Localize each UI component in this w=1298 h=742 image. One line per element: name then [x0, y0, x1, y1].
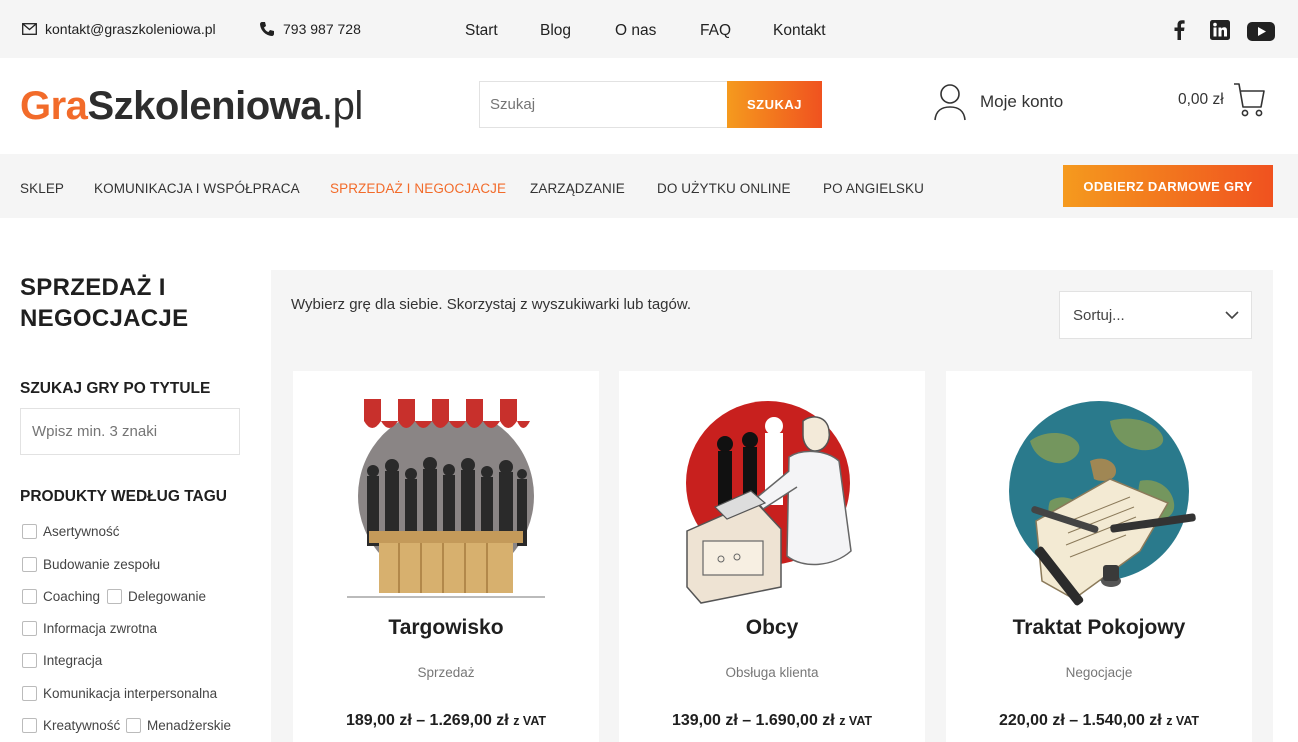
linkedin-icon[interactable] [1210, 20, 1230, 45]
youtube-icon[interactable] [1247, 22, 1275, 46]
product-category[interactable]: Negocjacje [946, 665, 1252, 680]
product-card-traktat-pokojowy[interactable]: Traktat Pokojowy Negocjacje 220,00 zł – … [946, 371, 1252, 742]
tag-label: Delegowanie [128, 589, 207, 604]
product-category[interactable]: Sprzedaż [293, 665, 599, 680]
product-image-globe-treaty[interactable] [990, 391, 1208, 609]
tag-checkbox-menadzerskie[interactable]: Menadżerskie [126, 718, 231, 733]
nav-item-online[interactable]: DO UŻYTKU ONLINE [657, 181, 791, 196]
site-header: GraSzkoleniowa.pl SZUKAJ Moje konto 0,00… [0, 58, 1298, 154]
tag-label: Komunikacja interpersonalna [43, 686, 218, 701]
tags-heading: PRODUKTY WEDŁUG TAGU [20, 488, 227, 505]
logo-part-pl: .pl [322, 84, 363, 128]
product-image-market-stall[interactable] [337, 391, 555, 609]
product-title[interactable]: Traktat Pokojowy [946, 616, 1252, 640]
my-account-label: Moje konto [980, 92, 1064, 111]
checkbox[interactable] [22, 557, 37, 572]
nav-item-angielsku[interactable]: PO ANGIELSKU [823, 181, 924, 196]
search-input[interactable] [479, 81, 727, 128]
free-games-button[interactable]: ODBIERZ DARMOWE GRY [1063, 165, 1273, 207]
tag-label: Budowanie zespołu [43, 557, 161, 572]
checkbox[interactable] [22, 589, 37, 604]
tag-checkbox-delegowanie[interactable]: Delegowanie [107, 589, 206, 604]
tag-label: Informacja zwrotna [43, 621, 158, 636]
chevron-down-icon [1225, 310, 1239, 319]
checkbox[interactable] [107, 589, 122, 604]
tag-checkbox-integracja[interactable]: Integracja [22, 653, 102, 668]
checkbox[interactable] [126, 718, 141, 733]
sort-select[interactable]: Sortuj... [1059, 291, 1252, 339]
checkbox[interactable] [22, 621, 37, 636]
phone-icon [260, 22, 274, 36]
price-range: 189,00 zł – 1.269,00 zł [345, 712, 509, 729]
cart-total: 0,00 zł [1178, 91, 1224, 108]
tag-label: Menadżerskie [147, 718, 232, 733]
vat-note: z VAT [839, 714, 873, 728]
phone-text: 793 987 728 [283, 21, 361, 37]
title-search-input[interactable] [20, 408, 240, 455]
tag-label: Coaching [43, 589, 101, 604]
nav-item-zarzadzanie[interactable]: ZARZĄDZANIE [530, 181, 625, 196]
envelope-icon [22, 23, 37, 35]
nav-item-sklep[interactable]: SKLEP [20, 181, 64, 196]
category-title-line1: SPRZEDAŻ I [20, 274, 166, 301]
contact-phone[interactable]: 793 987 728 [259, 21, 361, 37]
tag-label: Integracja [43, 653, 103, 668]
checkbox[interactable] [22, 653, 37, 668]
sort-label: Sortuj... [1073, 306, 1125, 324]
tag-checkbox-kreatywnosc[interactable]: Kreatywność [22, 718, 120, 733]
checkbox[interactable] [22, 718, 37, 733]
tag-checkbox-informacja[interactable]: Informacja zwrotna [22, 621, 157, 636]
toplink-faq[interactable]: FAQ [700, 22, 731, 40]
checkbox[interactable] [22, 686, 37, 701]
product-image-cashier[interactable] [663, 391, 881, 609]
intro-text: Wybierz grę dla siebie. Skorzystaj z wys… [291, 296, 692, 313]
logo-part-szkoleniowa: Szkoleniowa [87, 84, 322, 128]
product-card-targowisko[interactable]: Targowisko Sprzedaż 189,00 zł – 1.269,00… [293, 371, 599, 742]
tag-checkbox-komunikacja[interactable]: Komunikacja interpersonalna [22, 686, 217, 701]
cart-link[interactable]: 0,00 zł [1178, 82, 1266, 118]
logo-part-gra: Gra [20, 84, 88, 128]
my-account-link[interactable]: Moje konto [932, 82, 1063, 122]
nav-item-sprzedaz[interactable]: SPRZEDAŻ I NEGOCJACJE [330, 181, 506, 196]
category-title-line2: NEGOCJACJE [20, 305, 189, 332]
product-price: 220,00 zł – 1.540,00 zł z VAT [946, 712, 1252, 730]
checkbox[interactable] [22, 524, 37, 539]
price-range: 220,00 zł – 1.540,00 zł [998, 712, 1162, 729]
top-bar: kontakt@graszkoleniowa.pl 793 987 728 St… [0, 0, 1298, 58]
toplink-blog[interactable]: Blog [540, 22, 571, 40]
site-logo[interactable]: GraSzkoleniowa.pl [20, 84, 363, 129]
product-title[interactable]: Obcy [619, 616, 925, 640]
product-price: 139,00 zł – 1.690,00 zł z VAT [619, 712, 925, 730]
vat-note: z VAT [513, 714, 547, 728]
search-title-heading: SZUKAJ GRY PO TYTULE [20, 380, 211, 397]
nav-item-komunikacja[interactable]: KOMUNIKACJA I WSPÓŁPRACA [94, 181, 300, 196]
email-text: kontakt@graszkoleniowa.pl [45, 21, 216, 37]
toplink-o-nas[interactable]: O nas [615, 22, 656, 40]
toplink-kontakt[interactable]: Kontakt [773, 22, 826, 40]
contact-email[interactable]: kontakt@graszkoleniowa.pl [22, 21, 216, 37]
search-button[interactable]: SZUKAJ [727, 81, 822, 128]
tag-label: Kreatywność [43, 718, 121, 733]
vat-note: z VAT [1166, 714, 1200, 728]
product-title[interactable]: Targowisko [293, 616, 599, 640]
tag-checkbox-budowanie[interactable]: Budowanie zespołu [22, 557, 160, 572]
cart-icon [1233, 83, 1265, 117]
product-category[interactable]: Obsługa klienta [619, 665, 925, 680]
tag-label: Asertywność [43, 524, 120, 539]
facebook-icon[interactable] [1173, 19, 1185, 45]
price-range: 139,00 zł – 1.690,00 zł [671, 712, 835, 729]
tag-checkbox-coaching[interactable]: Coaching [22, 589, 100, 604]
product-price: 189,00 zł – 1.269,00 zł z VAT [293, 712, 599, 730]
product-card-obcy[interactable]: Obcy Obsługa klienta 139,00 zł – 1.690,0… [619, 371, 925, 742]
toplink-start[interactable]: Start [465, 22, 498, 40]
main-nav: SKLEP KOMUNIKACJA I WSPÓŁPRACA SPRZEDAŻ … [0, 154, 1298, 218]
user-icon [934, 84, 966, 121]
category-title: SPRZEDAŻ I NEGOCJACJE [20, 272, 188, 334]
tag-checkbox-asertywnosc[interactable]: Asertywność [22, 524, 120, 539]
